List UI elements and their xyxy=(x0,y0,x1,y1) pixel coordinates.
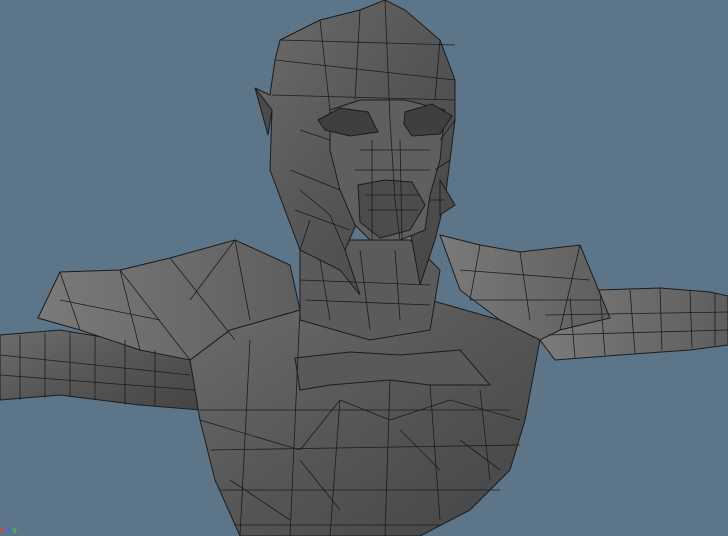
3d-viewport[interactable]: x z y xyxy=(0,0,728,536)
axis-x-label: x xyxy=(0,525,6,534)
character-mesh[interactable] xyxy=(0,0,728,536)
helmet-spike-right xyxy=(439,178,456,216)
axis-z-label: z xyxy=(6,525,11,534)
axis-y-label: y xyxy=(12,525,18,534)
axis-gizmo: x z y xyxy=(0,520,20,534)
